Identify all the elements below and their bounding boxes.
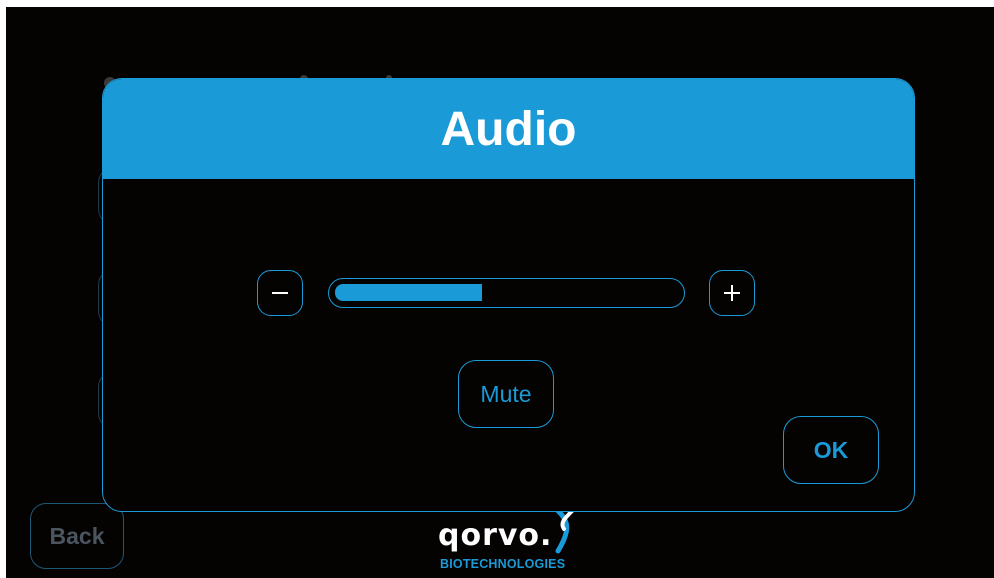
logo-wordmark: qorvo. [438, 518, 553, 553]
minus-icon [272, 292, 288, 294]
volume-slider[interactable] [328, 278, 685, 308]
audio-dialog: Audio Mute OK [102, 78, 915, 512]
volume-increase-button[interactable] [709, 270, 755, 316]
logo-subtitle: BIOTECHNOLOGIES [440, 557, 566, 571]
back-button[interactable]: Back [30, 503, 124, 569]
plus-icon [724, 285, 740, 301]
qorvo-logo: qorvo. BIOTECHNOLOGIES [438, 505, 578, 575]
dialog-title: Audio [440, 102, 577, 156]
mute-button[interactable]: Mute [458, 360, 554, 428]
volume-level-fill [335, 284, 482, 301]
dialog-header: Audio [103, 79, 914, 179]
qorvo-helix-icon [553, 507, 574, 554]
ok-button[interactable]: OK [783, 416, 879, 484]
screen: Back qorvo. BIOTECHNOLOGIES Audio Mute O… [6, 7, 994, 578]
volume-decrease-button[interactable] [257, 270, 303, 316]
